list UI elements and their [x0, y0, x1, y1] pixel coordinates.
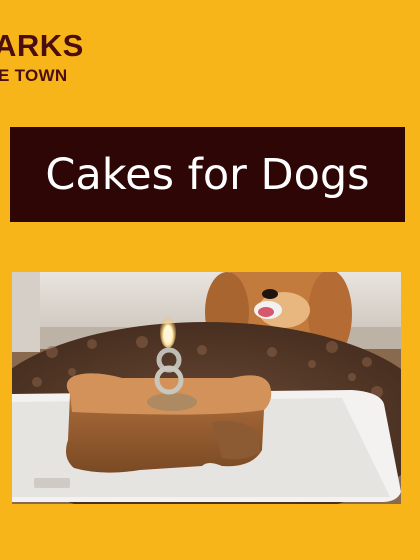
dog-cake-photo — [12, 272, 401, 504]
brand-logo-line1: ARKS — [0, 28, 84, 63]
title-banner: Cakes for Dogs — [10, 127, 405, 222]
brand-logo-line2: E TOWN — [0, 66, 68, 85]
page-title: Cakes for Dogs — [45, 149, 370, 200]
cake — [66, 373, 272, 473]
brand-logo: ARKS E TOWN — [0, 30, 84, 84]
